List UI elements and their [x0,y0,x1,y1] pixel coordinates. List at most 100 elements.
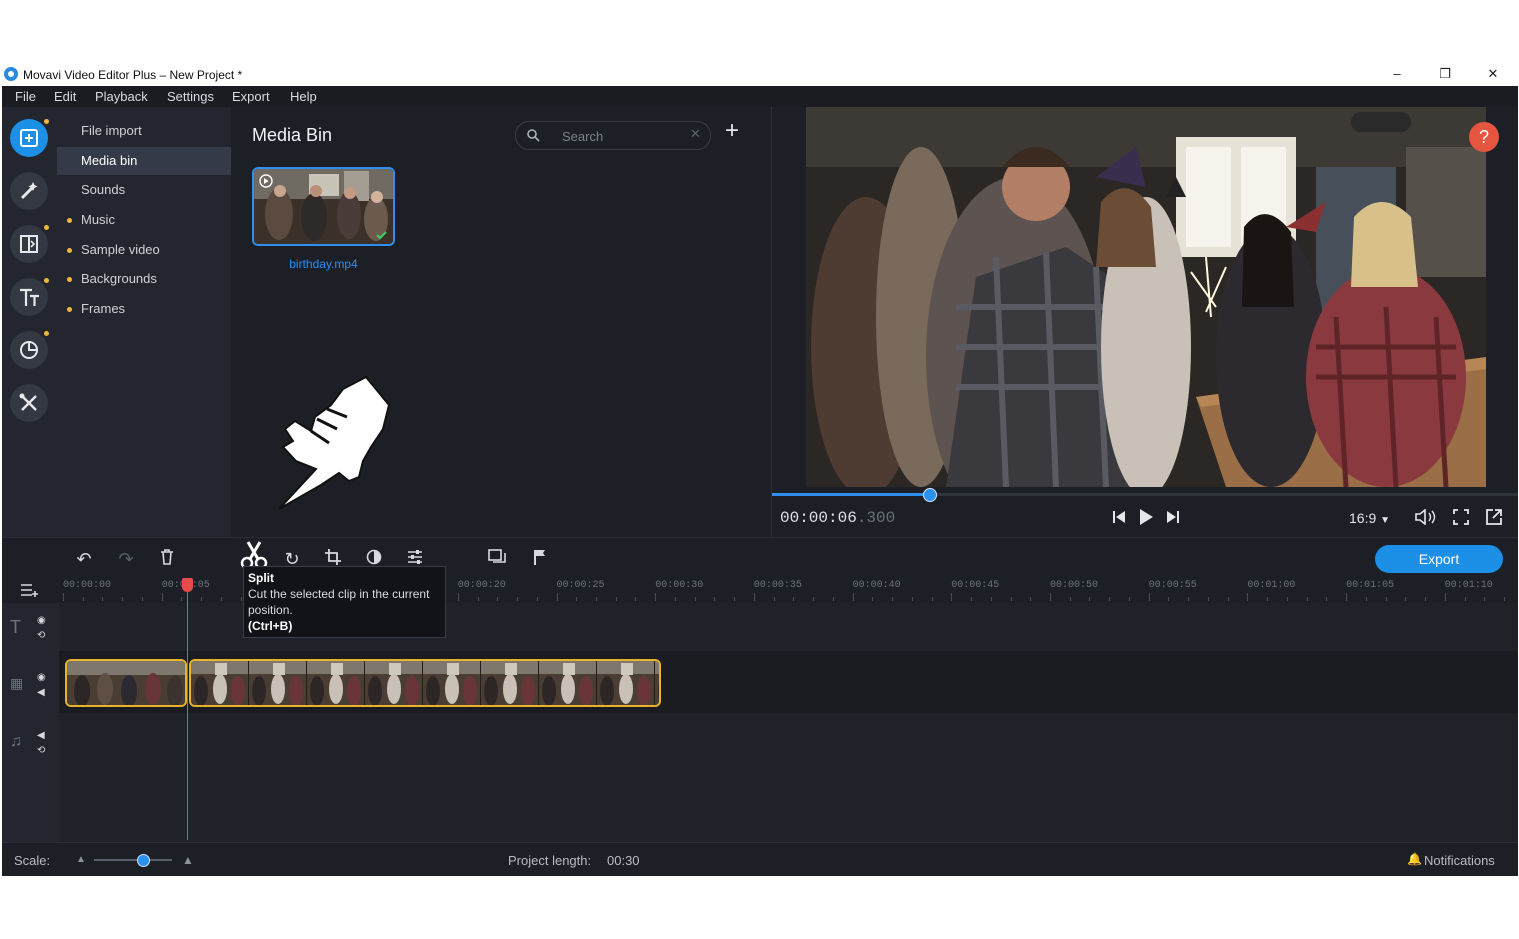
playback-progress-fill [772,493,929,496]
volume-icon[interactable] [1414,509,1436,525]
media-file-name[interactable]: birthday.mp4 [252,257,395,271]
menu-playback[interactable]: Playback [95,89,148,104]
menu-edit[interactable]: Edit [54,89,76,104]
music-note-icon: ♫ [10,733,22,750]
media-thumbnail[interactable] [252,167,395,246]
detach-preview-icon[interactable] [1486,509,1502,525]
project-length-value: 00:30 [607,853,640,868]
close-button[interactable]: ✕ [1478,65,1508,83]
transitions-icon[interactable] [10,225,48,263]
tools-icon[interactable] [10,384,48,422]
zoom-out-icon[interactable]: ▲ [76,854,86,865]
audio-track[interactable] [59,713,1518,842]
magic-wand-icon[interactable] [10,172,48,210]
split-scissors-icon[interactable] [240,540,268,570]
fullscreen-icon[interactable] [1453,509,1469,525]
export-button[interactable]: Export [1375,545,1503,573]
redo-icon[interactable]: ↷ [113,546,139,572]
split-tooltip: Split Cut the selected clip in the curre… [243,566,446,638]
ruler-tick [1425,597,1427,601]
timecode-main: 00:00:06 [780,509,857,527]
video-clip[interactable] [65,659,187,707]
nav-item-file-import[interactable]: File import [57,117,231,145]
aspect-ratio-select[interactable]: 16:9 ▼ [1349,510,1390,526]
video-clip[interactable] [189,659,661,707]
ruler-tick [1306,597,1308,601]
menu-export[interactable]: Export [232,89,270,104]
ruler-tick [990,597,992,601]
nav-item-backgrounds[interactable]: Backgrounds [57,265,231,293]
video-preview[interactable] [806,107,1486,487]
import-icon[interactable] [10,119,48,157]
ruler-tick [141,597,143,601]
playhead-line [187,582,188,840]
link-icon[interactable]: ⟲ [37,630,45,641]
undo-icon[interactable]: ↶ [71,546,97,572]
speaker-icon[interactable]: ◀ [37,687,45,698]
zoom-in-icon[interactable]: ▲ [182,853,194,867]
nav-item-media-bin[interactable]: Media bin [57,147,231,175]
help-button[interactable]: ? [1469,122,1499,152]
search-input[interactable] [560,126,684,146]
playhead-handle[interactable] [182,578,193,592]
ruler-tick [477,597,479,601]
timeline-ruler[interactable]: 00:00:0000:00:0500:00:1000:00:1500:00:20… [2,579,1518,603]
notifications-link[interactable]: Notifications [1424,853,1495,868]
ruler-tick [102,597,104,601]
skip-back-icon[interactable] [1112,510,1126,524]
nav-item-label: Music [81,212,115,227]
scale-slider-handle[interactable] [137,854,150,867]
eye-icon[interactable]: ◉ [37,672,46,683]
ruler-tick [1148,593,1150,601]
playback-progress-handle[interactable] [922,488,937,502]
bell-icon[interactable]: 🔔 [1407,852,1422,866]
ruler-tick-label: 00:00:40 [852,580,901,591]
nav-item-label: Sample video [81,242,160,257]
scale-slider-track[interactable] [94,859,172,861]
tooltip-title: Split [248,571,274,585]
transitions-new-dot [44,225,49,230]
aspect-ratio-value: 16:9 [1349,510,1377,526]
preview-panel: ? 00:00:06.300 16:9 ▼ [771,107,1518,537]
menu-settings[interactable]: Settings [167,89,214,104]
ruler-tick [1050,593,1051,601]
skip-forward-icon[interactable] [1166,510,1180,524]
ruler-tick [1464,597,1466,601]
menu-file[interactable]: File [15,89,36,104]
ruler-tick-label: 00:01:10 [1444,580,1493,591]
ruler-tick [1109,597,1111,601]
clear-search-icon[interactable]: ✕ [690,126,701,142]
search-icon [527,129,540,142]
speaker-icon[interactable]: ◀ [37,730,45,741]
stickers-icon[interactable] [10,331,48,369]
overlay-icon[interactable] [484,546,510,572]
nav-item-music[interactable]: Music [57,206,231,234]
ruler-tick [181,597,183,601]
link-icon[interactable]: ⟲ [37,745,45,756]
ruler-tick-label: 00:00:35 [753,580,802,591]
minimize-button[interactable]: – [1382,65,1412,83]
add-track-icon[interactable] [20,582,40,598]
add-media-button[interactable]: + [725,117,739,145]
ruler-tick [517,597,519,601]
maximize-button[interactable]: ❐ [1430,65,1460,83]
marker-flag-icon[interactable] [527,546,553,572]
ruler-tick-label: 00:00:25 [556,580,605,591]
video-track[interactable] [59,651,1518,713]
ruler-tick [556,593,558,601]
delete-icon[interactable] [154,546,180,572]
titles-icon[interactable] [10,278,48,316]
ruler-tick [201,597,203,601]
ruler-tick [1030,597,1032,601]
nav-item-sample-video[interactable]: Sample video [57,236,231,264]
menu-help[interactable]: Help [290,89,317,104]
playback-progress-bar[interactable] [772,488,1518,502]
nav-item-label: Media bin [81,153,138,168]
nav-item-sounds[interactable]: Sounds [57,176,231,204]
timecode-milliseconds: .300 [856,509,896,527]
chevron-down-icon: ▼ [1380,515,1391,526]
status-bar: Scale: ▲ ▲ Project length: 00:30 🔔 Notif… [2,842,1518,876]
nav-item-frames[interactable]: Frames [57,295,231,323]
play-icon[interactable] [1138,508,1154,526]
eye-icon[interactable]: ◉ [37,615,46,626]
